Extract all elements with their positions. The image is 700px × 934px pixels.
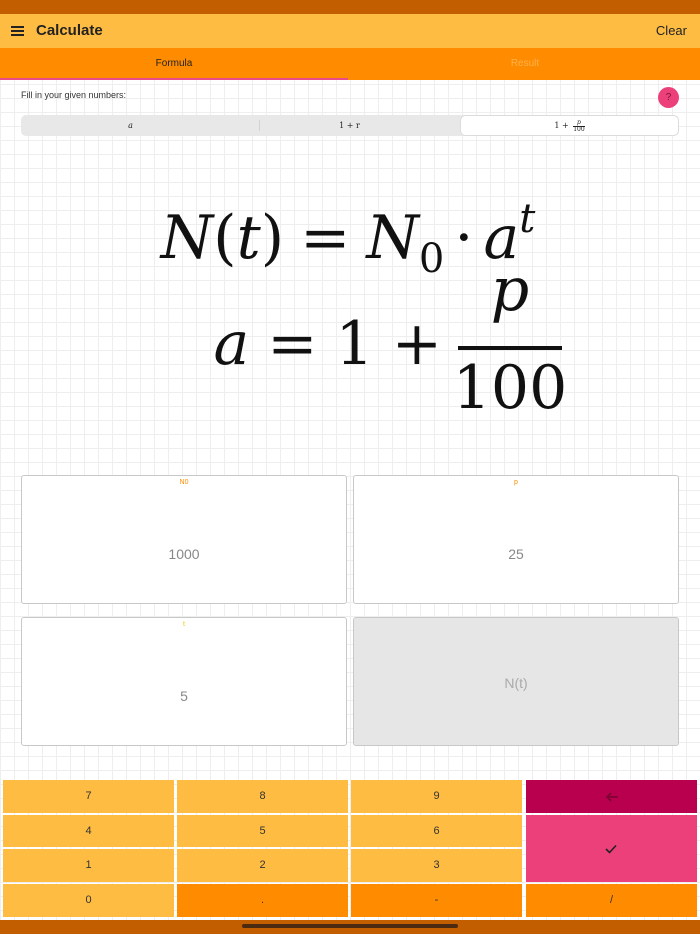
- key-1[interactable]: 1: [3, 849, 174, 882]
- key-2[interactable]: 2: [177, 849, 348, 882]
- tab-bar: Formula Result: [0, 48, 700, 80]
- formula-equals-2: =: [267, 309, 317, 379]
- input-t[interactable]: t 5: [21, 617, 347, 746]
- backspace-key[interactable]: [526, 780, 697, 813]
- active-tab-indicator: [0, 78, 348, 80]
- backspace-arrow-icon: [605, 792, 618, 802]
- formula-lhs-var: N: [159, 203, 216, 273]
- formula-plus: +: [392, 309, 442, 379]
- formula-display: N(t) = N0 · at a = 1 + p 100: [159, 196, 568, 420]
- formula-line-2-left: a = 1 +: [213, 309, 442, 379]
- formula-fraction-bar: [458, 346, 562, 350]
- key-5[interactable]: 5: [177, 815, 348, 847]
- input-p[interactable]: p 25: [353, 475, 679, 604]
- key-7[interactable]: 7: [3, 780, 174, 813]
- formula-lhs-arg: t: [237, 203, 262, 273]
- output-nt-placeholder: N(t): [504, 675, 528, 691]
- hamburger-menu-icon[interactable]: [11, 26, 24, 36]
- help-button[interactable]: ?: [658, 87, 679, 108]
- app-title: Calculate: [36, 22, 103, 39]
- formula-dot: ·: [454, 203, 473, 273]
- status-bar: [0, 0, 700, 14]
- key-decimal[interactable]: .: [177, 884, 348, 917]
- segment-fraction: p 100: [573, 119, 585, 133]
- formula-numerator-p: p: [491, 255, 529, 325]
- formula-line-1: N(t) = N0 · at: [159, 196, 537, 282]
- input-p-value: 25: [508, 546, 524, 562]
- tab-result[interactable]: Result: [350, 48, 700, 80]
- formula-equals-1: =: [300, 203, 350, 273]
- numeric-keypad: 7 8 9 4 5 6 1 2 3 0 . - /: [0, 779, 700, 920]
- formula-a: a: [213, 309, 249, 379]
- key-minus[interactable]: -: [351, 884, 522, 917]
- key-divide[interactable]: /: [526, 884, 697, 917]
- segment-a[interactable]: a: [22, 116, 239, 135]
- app-bar: Calculate Clear: [0, 14, 700, 48]
- input-n0-value: 1000: [168, 546, 200, 562]
- instruction-text: Fill in your given numbers:: [21, 90, 127, 100]
- key-6[interactable]: 6: [351, 815, 522, 847]
- segment-one-plus-r[interactable]: 1 + r: [240, 116, 459, 135]
- output-nt: N(t): [353, 617, 679, 746]
- tab-formula[interactable]: Formula: [0, 48, 348, 80]
- key-9[interactable]: 9: [351, 780, 522, 813]
- home-indicator[interactable]: [242, 924, 458, 928]
- formula-denominator-100: 100: [453, 353, 568, 420]
- input-t-label: t: [183, 621, 185, 628]
- segment-one-plus-p-over-100[interactable]: 1 + p 100: [461, 116, 678, 135]
- input-t-value: 5: [180, 688, 188, 704]
- input-n0-label: N0: [179, 479, 189, 486]
- confirm-key[interactable]: [526, 815, 697, 882]
- segment-prefix: 1 +: [554, 121, 572, 130]
- key-8[interactable]: 8: [177, 780, 348, 813]
- formula-subscript-0: 0: [419, 236, 444, 282]
- checkmark-icon: [605, 844, 617, 854]
- key-3[interactable]: 3: [351, 849, 522, 882]
- formula-rhs-var: N: [364, 203, 421, 273]
- key-0[interactable]: 0: [3, 884, 174, 917]
- segment-fraction-denominator: 100: [573, 125, 585, 133]
- clear-button[interactable]: Clear: [656, 23, 687, 38]
- input-p-label: p: [514, 479, 518, 486]
- formula-variant-selector: a 1 + r 1 + p 100: [21, 115, 679, 136]
- formula-one: 1: [336, 309, 374, 379]
- key-4[interactable]: 4: [3, 815, 174, 847]
- input-n0[interactable]: N0 1000: [21, 475, 347, 604]
- formula-exponent-t: t: [519, 196, 536, 242]
